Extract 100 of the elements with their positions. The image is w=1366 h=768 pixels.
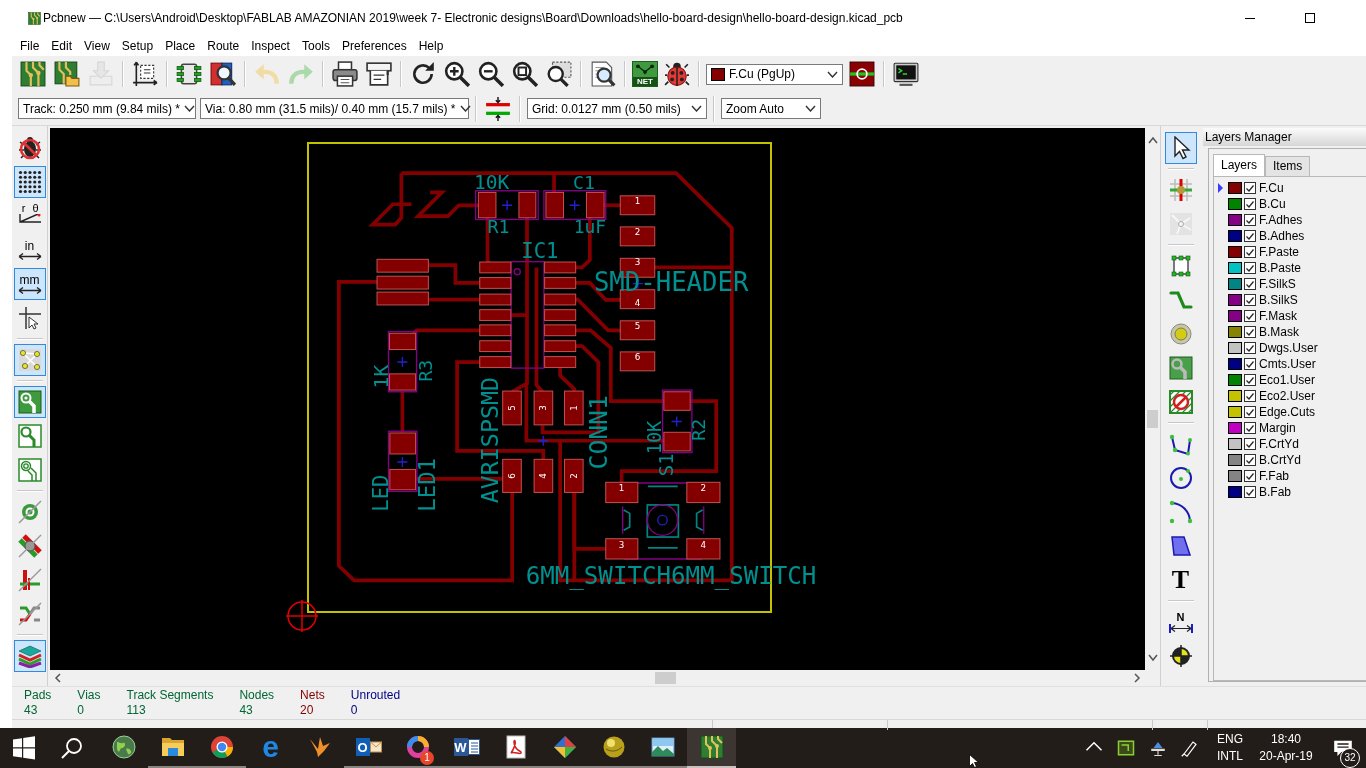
layer-checkbox[interactable] [1244, 438, 1256, 450]
page-axes-button[interactable] [130, 59, 160, 89]
layer-checkbox[interactable] [1244, 246, 1256, 258]
layer-swatch-icon[interactable] [1228, 262, 1242, 274]
layer-name[interactable]: B.Fab [1259, 485, 1291, 499]
layer-swatch-icon[interactable] [1228, 230, 1242, 242]
layer-name[interactable]: B.Cu [1259, 197, 1286, 211]
menu-item[interactable]: Edit [45, 36, 79, 56]
taskbar-app-button[interactable]: O [344, 728, 393, 768]
layer-checkbox[interactable] [1244, 470, 1256, 482]
netlist-button[interactable]: NET [632, 61, 658, 87]
layer-swatch-icon[interactable] [1228, 326, 1242, 338]
scrollbar-thumb[interactable] [655, 672, 676, 684]
layer-checkbox[interactable] [1244, 310, 1256, 322]
layer-checkbox[interactable] [1244, 294, 1256, 306]
millimeters-button[interactable]: mm [13, 268, 46, 300]
layer-checkbox[interactable] [1244, 390, 1256, 402]
menu-item[interactable]: Inspect [245, 36, 296, 56]
grid-dots-button[interactable] [13, 166, 46, 198]
action-center-button[interactable]: 32 [1320, 728, 1366, 768]
layer-name[interactable]: B.SilkS [1259, 293, 1298, 307]
taskbar-app-button[interactable] [687, 728, 736, 768]
layer-swatch-icon[interactable] [1228, 358, 1242, 370]
layer-name[interactable]: B.CrtYd [1259, 453, 1301, 467]
inches-button[interactable]: in [13, 234, 46, 266]
layer-swatch-icon[interactable] [1228, 182, 1242, 194]
layer-dropdown[interactable]: F.Cu (PgUp) [706, 63, 843, 85]
arrow-cursor-button[interactable] [1164, 132, 1197, 164]
layer-swatch-icon[interactable] [1228, 198, 1242, 210]
layer-checkbox[interactable] [1244, 326, 1256, 338]
layer-swatch-icon[interactable] [1228, 390, 1242, 402]
layer-name[interactable]: Margin [1259, 421, 1296, 435]
layer-name[interactable]: Cmts.User [1259, 357, 1316, 371]
dimension-button[interactable]: N [1164, 606, 1197, 638]
layer-checkbox[interactable] [1244, 278, 1256, 290]
zoom-out-button[interactable] [476, 59, 506, 89]
layer-checkbox[interactable] [1244, 406, 1256, 418]
layers-stack-button[interactable] [13, 640, 46, 672]
layer-name[interactable]: Eco2.User [1259, 389, 1316, 403]
layer-checkbox[interactable] [1244, 358, 1256, 370]
layer-name[interactable]: F.Adhes [1259, 213, 1303, 227]
layer-swatch-icon[interactable] [1228, 246, 1242, 258]
track-width-dropdown[interactable]: Track: 0.250 mm (9.84 mils) * [18, 98, 196, 119]
layer-swatch-icon[interactable] [1228, 470, 1242, 482]
layer-name[interactable]: Edge.Cuts [1259, 405, 1316, 419]
layer-swatch-icon[interactable] [1228, 278, 1242, 290]
menu-item[interactable]: View [78, 36, 116, 56]
text-tool-button[interactable]: T [1164, 564, 1197, 596]
language-indicator[interactable]: ENG INTL [1210, 728, 1250, 768]
menu-item[interactable]: Setup [115, 36, 160, 56]
layer-swatch-icon[interactable] [1228, 214, 1242, 226]
layer-pair-button[interactable] [847, 59, 877, 89]
menu-item[interactable]: Tools [295, 36, 336, 56]
layer-checkbox[interactable] [1244, 454, 1256, 466]
tab[interactable]: Layers [1213, 154, 1266, 176]
layer-name[interactable]: F.Mask [1259, 309, 1297, 323]
layer-checkbox[interactable] [1244, 262, 1256, 274]
layer-name[interactable]: F.Cu [1259, 181, 1284, 195]
polar-coordinates-button[interactable]: r θ [13, 200, 46, 232]
board-folder-button[interactable] [52, 59, 82, 89]
scroll-right-icon[interactable] [1133, 673, 1141, 683]
layer-name[interactable]: F.SilkS [1259, 277, 1296, 291]
layer-checkbox[interactable] [1244, 486, 1256, 498]
layer-swatch-icon[interactable] [1228, 422, 1242, 434]
printer-button[interactable] [330, 59, 360, 89]
layer-checkbox[interactable] [1244, 182, 1256, 194]
grid-dropdown[interactable]: Grid: 0.0127 mm (0.50 mils) [527, 98, 707, 119]
menu-item[interactable]: Route [201, 36, 246, 56]
zoom-in-button[interactable] [442, 59, 472, 89]
layer-swatch-icon[interactable] [1228, 310, 1242, 322]
zoom-fit-button[interactable] [510, 59, 540, 89]
layer-name[interactable]: B.Adhes [1259, 229, 1305, 243]
scrollbar-thumb[interactable] [1147, 410, 1158, 428]
menu-item[interactable]: Help [412, 36, 450, 56]
layer-checkbox[interactable] [1244, 422, 1256, 434]
layer-checkbox[interactable] [1244, 230, 1256, 242]
layer-swatch-icon[interactable] [1228, 486, 1242, 498]
scroll-up-icon[interactable] [1148, 136, 1158, 144]
menu-item[interactable]: Place [159, 36, 202, 56]
layer-checkbox[interactable] [1244, 214, 1256, 226]
scroll-down-icon[interactable] [1148, 654, 1158, 662]
filled-pad-track-button[interactable] [13, 386, 46, 418]
tab[interactable]: Items [1265, 156, 1311, 176]
menu-item[interactable]: Preferences [335, 36, 413, 56]
layer-swatch-icon[interactable] [1228, 406, 1242, 418]
taskbar-app-button[interactable]: 1 [393, 728, 442, 768]
via-size-dropdown[interactable]: Via: 0.80 mm (31.5 mils)/ 0.40 mm (15.7 mils) * [200, 98, 469, 119]
layer-name[interactable]: Dwgs.User [1259, 341, 1318, 355]
layer-checkbox[interactable] [1244, 342, 1256, 354]
layer-swatch-icon[interactable] [1228, 454, 1242, 466]
layer-swatch-icon[interactable] [1228, 438, 1242, 450]
layer-swatch-icon[interactable] [1228, 294, 1242, 306]
menu-item[interactable]: File [14, 36, 46, 56]
layer-name[interactable]: B.Paste [1259, 261, 1302, 275]
plotter-button[interactable] [364, 59, 394, 89]
layer-name[interactable]: Eco1.User [1259, 373, 1316, 387]
taskbar-app-button[interactable]: W [442, 728, 491, 768]
layer-swatch-icon[interactable] [1228, 342, 1242, 354]
layer-name[interactable]: B.Mask [1259, 325, 1299, 339]
layer-checkbox[interactable] [1244, 198, 1256, 210]
